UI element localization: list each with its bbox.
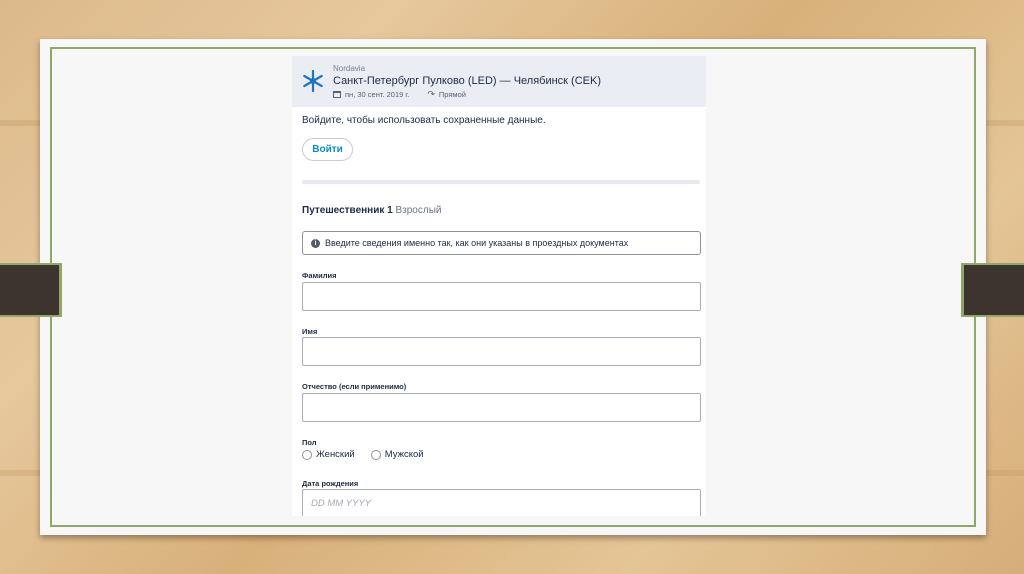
- snowflake-logo-icon: [303, 70, 323, 92]
- flight-header: Nordavia Санкт-Петербург Пулково (LED) —…: [292, 56, 706, 107]
- gender-label: Пол: [302, 438, 317, 447]
- traveler-heading: Путешественник 1 Взрослый: [302, 205, 441, 216]
- flight-direct: Прямой: [438, 90, 466, 99]
- last-name-label: Фамилия: [302, 271, 337, 280]
- traveler-type: Взрослый: [395, 205, 442, 216]
- first-name-input[interactable]: [302, 337, 701, 366]
- slide-tab-left: [0, 263, 62, 317]
- flight-route: Санкт-Петербург Пулково (LED) — Челябинс…: [333, 75, 601, 87]
- middle-name-label: Отчество (если применимо): [302, 382, 407, 391]
- booking-form: Nordavia Санкт-Петербург Пулково (LED) —…: [292, 56, 706, 516]
- info-icon: i: [311, 238, 320, 248]
- info-message: Введите сведения именно так, как они ука…: [325, 238, 629, 248]
- login-button[interactable]: Войти: [302, 138, 353, 161]
- section-divider: [302, 180, 700, 184]
- traveler-title: Путешественник 1: [302, 205, 393, 216]
- gender-female-radio[interactable]: [302, 449, 312, 460]
- info-message-box: i Введите сведения именно так, как они у…: [302, 231, 701, 255]
- middle-name-input[interactable]: [302, 393, 701, 422]
- flight-meta: пн, 30 сент. 2019 г. ↷ Прямой: [333, 90, 466, 99]
- airline-name: Nordavia: [333, 64, 366, 73]
- gender-female-label[interactable]: Женский: [316, 449, 355, 460]
- gender-radio-group: Женский Мужской: [302, 449, 424, 460]
- calendar-icon: [333, 91, 341, 98]
- flight-date: пн, 30 сент. 2019 г.: [345, 90, 410, 99]
- birth-date-input[interactable]: DD MM YYYY: [302, 489, 701, 516]
- birth-date-label: Дата рождения: [302, 479, 359, 488]
- last-name-input[interactable]: [302, 282, 701, 311]
- signin-prompt: Войдите, чтобы использовать сохраненные …: [302, 115, 546, 126]
- direct-flight-icon: ↷: [427, 89, 435, 99]
- gender-male-radio[interactable]: [370, 449, 381, 460]
- slide-tab-right: [961, 263, 1024, 317]
- first-name-label: Имя: [302, 327, 318, 336]
- gender-male-label[interactable]: Мужской: [385, 449, 424, 460]
